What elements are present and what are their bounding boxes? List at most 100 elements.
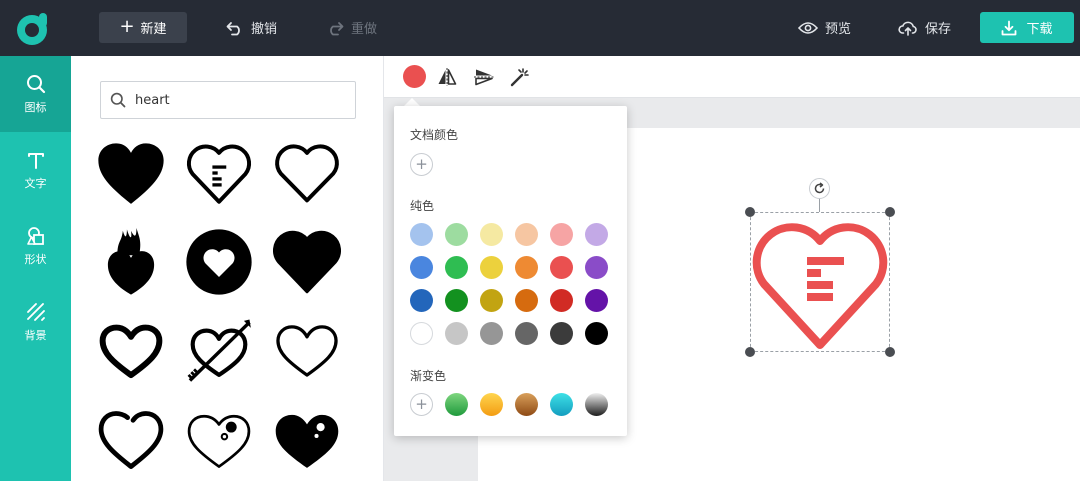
icon-panel <box>71 56 384 481</box>
add-document-color-button[interactable]: + <box>410 153 433 176</box>
color-swatch[interactable] <box>410 256 433 279</box>
sidebar-item-label: 背景 <box>24 328 47 342</box>
color-swatch[interactable] <box>480 289 503 312</box>
color-swatch[interactable] <box>550 322 573 345</box>
text-icon <box>27 152 44 169</box>
preview-button[interactable]: 预览 <box>798 12 851 43</box>
color-swatch[interactable] <box>445 256 468 279</box>
result-heart-outline[interactable] <box>271 138 343 210</box>
color-swatch[interactable] <box>410 322 433 345</box>
color-swatch[interactable] <box>480 223 503 246</box>
solid-colors-title: 纯色 <box>410 199 435 213</box>
gradient-swatch[interactable] <box>550 393 573 416</box>
color-swatch[interactable] <box>515 223 538 246</box>
color-picker-popup: 文档颜色 + 纯色 渐变色 + <box>394 106 627 436</box>
color-swatch[interactable] <box>410 289 433 312</box>
search-icon <box>110 92 126 108</box>
heart-outline-lines-icon <box>186 144 252 204</box>
save-button[interactable]: 保存 <box>898 12 951 43</box>
gradient-swatch[interactable] <box>480 393 503 416</box>
color-swatch[interactable] <box>515 256 538 279</box>
sidebar-item-shapes[interactable]: 形状 <box>0 208 71 284</box>
flip-vertical-icon <box>474 69 494 86</box>
resize-handle-top-left[interactable] <box>745 207 755 217</box>
result-heart-open-outline[interactable] <box>95 402 167 474</box>
magic-wand-icon <box>510 68 529 87</box>
sidebar-item-icons[interactable]: 图标 <box>0 56 71 132</box>
heart-bubbles-solid-icon <box>275 414 339 468</box>
new-button-label: 新建 <box>140 22 167 37</box>
gradient-swatch[interactable] <box>445 393 468 416</box>
search-icon <box>26 74 45 93</box>
gradient-swatch[interactable] <box>585 393 608 416</box>
color-swatch[interactable] <box>550 223 573 246</box>
heart-solid-icon <box>98 143 164 204</box>
heart-in-circle-icon <box>186 229 252 295</box>
redo-button[interactable]: 重做 <box>326 12 377 43</box>
heart-thin-outline-icon <box>276 325 338 377</box>
color-swatch[interactable] <box>480 322 503 345</box>
left-nav: 图标 文字 形状 背景 <box>0 56 71 481</box>
color-swatch[interactable] <box>445 223 468 246</box>
sidebar-item-label: 图标 <box>24 100 47 114</box>
undo-icon <box>226 21 240 35</box>
color-swatch[interactable] <box>515 322 538 345</box>
result-heart-bubbles-solid[interactable] <box>271 402 343 474</box>
new-button[interactable]: + 新建 <box>99 12 187 43</box>
download-label: 下载 <box>1026 22 1053 37</box>
color-swatch[interactable] <box>585 223 608 246</box>
resize-handle-bottom-right[interactable] <box>885 347 895 357</box>
flip-vertical-button[interactable] <box>473 66 495 88</box>
preview-label: 预览 <box>825 22 852 37</box>
color-picker-button[interactable] <box>403 65 426 88</box>
document-colors-title: 文档颜色 <box>410 128 459 142</box>
resize-handle-top-right[interactable] <box>885 207 895 217</box>
resize-handle-bottom-left[interactable] <box>745 347 755 357</box>
top-bar: + 新建 撤销 重做 预览 保存 下载 <box>0 0 1080 56</box>
download-button[interactable]: 下载 <box>980 12 1074 43</box>
result-heart-bold-outline[interactable] <box>95 314 167 386</box>
color-swatch[interactable] <box>515 289 538 312</box>
result-heart-solid-rounded[interactable] <box>271 226 343 298</box>
redo-label: 重做 <box>351 22 378 37</box>
gradient-colors-title: 渐变色 <box>410 369 447 383</box>
background-icon <box>26 302 45 321</box>
color-swatch[interactable] <box>550 289 573 312</box>
color-swatch[interactable] <box>550 256 573 279</box>
magic-wand-button[interactable] <box>509 66 531 88</box>
shapes-icon <box>26 226 44 245</box>
sidebar-item-background[interactable]: 背景 <box>0 284 71 360</box>
search-input[interactable] <box>135 92 335 108</box>
result-heart-thin-outline[interactable] <box>271 314 343 386</box>
result-heart-in-circle[interactable] <box>183 226 255 298</box>
result-heart-outline-lines[interactable] <box>183 138 255 210</box>
rotate-connector <box>819 198 820 212</box>
color-swatch[interactable] <box>410 223 433 246</box>
heart-arrow-icon <box>187 319 251 382</box>
color-swatch[interactable] <box>445 289 468 312</box>
heart-outline-icon <box>275 144 339 203</box>
download-icon <box>1002 20 1017 35</box>
color-swatch[interactable] <box>585 289 608 312</box>
color-swatch[interactable] <box>480 256 503 279</box>
app-logo[interactable] <box>15 9 51 47</box>
gradient-swatch[interactable] <box>515 393 538 416</box>
editor-toolbar <box>384 56 1080 98</box>
flip-horizontal-button[interactable] <box>436 66 458 88</box>
result-flaming-heart[interactable] <box>95 226 167 298</box>
result-heart-bubbles-outline[interactable] <box>183 402 255 474</box>
color-swatch[interactable] <box>585 322 608 345</box>
search-box[interactable] <box>100 81 356 119</box>
undo-button[interactable]: 撤销 <box>226 12 277 43</box>
flip-horizontal-icon <box>438 68 457 86</box>
color-swatch[interactable] <box>445 322 468 345</box>
heart-bold-outline-icon <box>99 324 163 379</box>
color-swatch[interactable] <box>585 256 608 279</box>
add-gradient-button[interactable]: + <box>410 393 433 416</box>
sidebar-item-text[interactable]: 文字 <box>0 132 71 208</box>
selection-box <box>750 212 890 352</box>
result-heart-solid[interactable] <box>95 138 167 210</box>
heart-solid-rounded-icon <box>273 230 341 294</box>
result-heart-arrow[interactable] <box>183 314 255 386</box>
rotate-handle[interactable] <box>809 178 830 199</box>
